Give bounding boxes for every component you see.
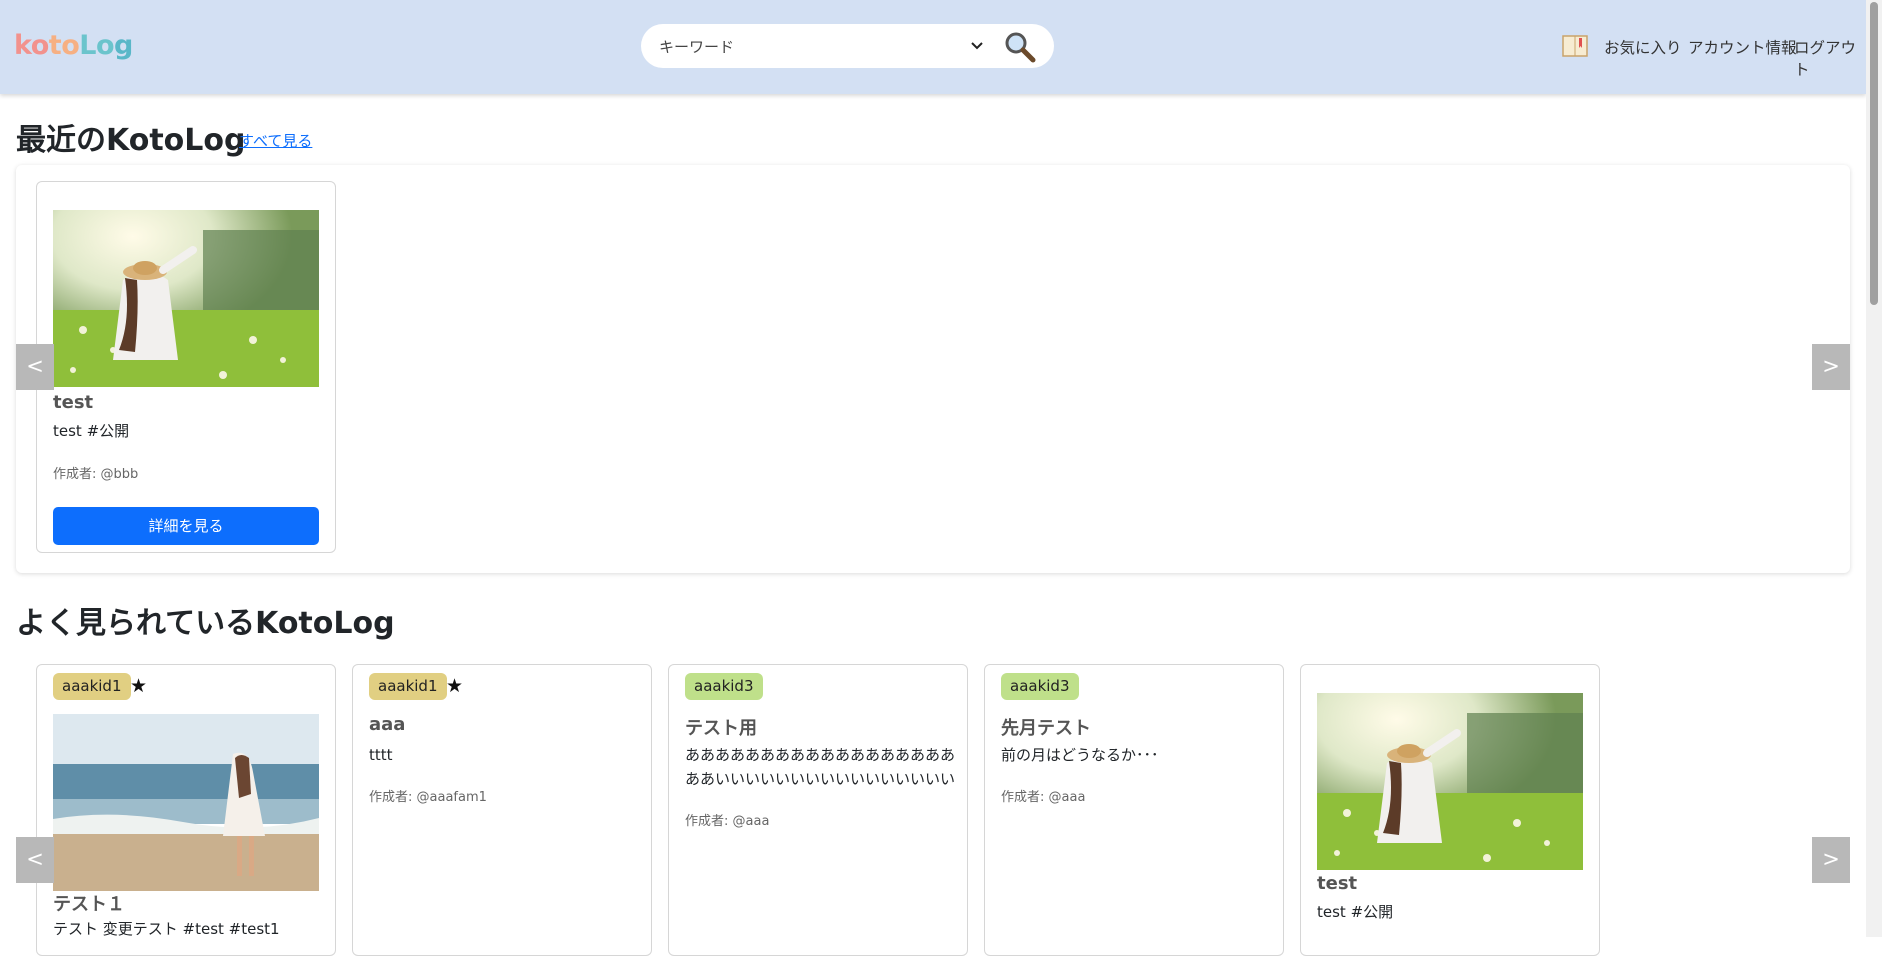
popular-prev-button[interactable]: <: [16, 837, 54, 883]
popular-section-title: よく見られているKotoLog: [16, 606, 395, 641]
card-author: 作成者: @bbb: [53, 467, 139, 482]
card-text: ああああああああああああああああああああいいいいいいいいいいいいいいいいいいい.…: [685, 746, 955, 788]
meadow-photo: [53, 210, 319, 387]
kotolog-card: aaakid3 先月テスト 前の月はどうなるか･･･ 作成者: @aaa: [984, 664, 1284, 956]
beach-photo: [53, 714, 319, 891]
card-title: test: [53, 392, 94, 413]
recent-carousel: test test #公開 作成者: @bbb 詳細を見る: [16, 165, 1850, 573]
chevron-down-icon[interactable]: [968, 36, 986, 54]
card-text: テスト 変更テスト #test #test1: [53, 920, 280, 938]
favorite-star-icon: ★: [446, 675, 464, 697]
see-all-link[interactable]: すべて見る: [239, 130, 312, 151]
kotolog-card: test test #公開 作成者: @bbb 詳細を見る: [36, 181, 336, 553]
kotolog-card: aaakid1 ★ aaa tttt 作成者: @aaafam1: [352, 664, 652, 956]
page-scrollbar[interactable]: [1866, 0, 1882, 937]
favorite-star-icon: ★: [130, 675, 148, 697]
card-title: test: [1317, 873, 1358, 894]
card-text: test #公開: [1317, 903, 1394, 921]
popular-next-button[interactable]: >: [1812, 837, 1850, 883]
card-text: tttt: [369, 746, 393, 764]
scrollbar-thumb[interactable]: [1870, 2, 1878, 305]
kotolog-card: aaakid3 テスト用 ああああああああああああああああああああいいいいいいい…: [668, 664, 968, 956]
kotolog-logo[interactable]: kotoLog: [14, 30, 133, 61]
recent-next-button[interactable]: >: [1812, 344, 1850, 390]
meadow-photo: [1317, 693, 1583, 870]
child-badge: aaakid3: [1001, 673, 1079, 700]
card-text: 前の月はどうなるか･･･: [1001, 746, 1159, 764]
recent-prev-button[interactable]: <: [16, 344, 54, 390]
card-author: 作成者: @aaa: [685, 814, 770, 829]
view-details-button[interactable]: 詳細を見る: [53, 507, 319, 545]
card-title: 先月テスト: [1001, 718, 1091, 739]
card-title: テスト１: [53, 894, 125, 915]
kotolog-card: aaakid1 ★ テスト１ テスト 変更テスト #test #test1: [36, 664, 336, 956]
search-input[interactable]: [657, 34, 961, 60]
nav-logout[interactable]: ログアウト: [1794, 36, 1866, 80]
recent-section-title: 最近のKotoLog: [16, 123, 246, 158]
nav-account[interactable]: アカウント情報: [1688, 36, 1797, 58]
kotolog-card: test test #公開: [1300, 664, 1600, 956]
child-badge: aaakid1: [369, 673, 447, 700]
child-badge: aaakid1: [53, 673, 131, 700]
card-author: 作成者: @aaafam1: [369, 790, 487, 805]
card-title: テスト用: [685, 718, 757, 739]
favorites-icon[interactable]: [1562, 35, 1588, 57]
card-title: aaa: [369, 714, 406, 735]
card-author: 作成者: @aaa: [1001, 790, 1086, 805]
card-text: test #公開: [53, 422, 130, 440]
popular-carousel: aaakid1 ★ テスト１ テスト 変更テスト #test #test1 aa…: [16, 648, 1850, 956]
search-bar: [641, 24, 1054, 68]
top-header: kotoLog お気に入り アカウント情報 ログアウト: [0, 0, 1866, 94]
nav-favorites[interactable]: お気に入り: [1604, 36, 1682, 58]
child-badge: aaakid3: [685, 673, 763, 700]
search-icon[interactable]: [1003, 30, 1037, 64]
